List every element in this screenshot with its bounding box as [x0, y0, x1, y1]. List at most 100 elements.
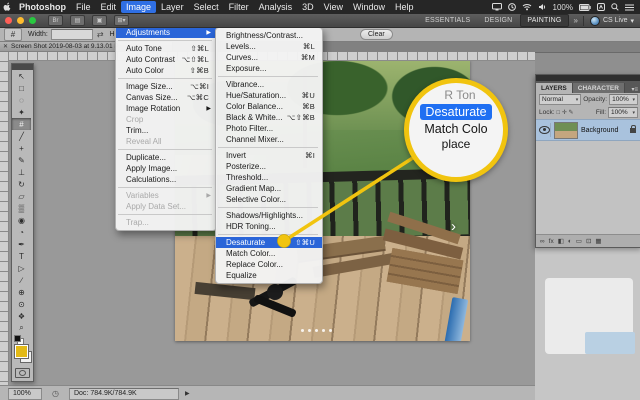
healing-brush-tool[interactable]: + — [12, 142, 31, 154]
menu-item[interactable]: Desaturate ⇧⌘U — [216, 237, 322, 248]
marquee-tool[interactable]: □ — [12, 82, 31, 94]
menu-item[interactable]: Channel Mixer... — [216, 134, 322, 145]
menu-item[interactable]: Color Balance... ⌘B — [216, 101, 322, 112]
opacity-input[interactable]: 100%▾ — [609, 94, 638, 105]
menu-item[interactable]: Hue/Saturation... ⌘U — [216, 90, 322, 101]
menu-item[interactable]: Levels... ⌘L — [216, 41, 322, 52]
menubar-edit[interactable]: Edit — [96, 1, 122, 13]
lasso-tool[interactable]: ◌ — [12, 94, 31, 106]
menu-item[interactable]: HDR Toning... — [216, 221, 322, 232]
menu-item[interactable]: Replace Color... — [216, 259, 322, 270]
lock-icons[interactable]: □ ✛ ✎ — [557, 109, 574, 116]
menubar-analysis[interactable]: Analysis — [254, 1, 298, 13]
menu-item[interactable]: Gradient Map... — [216, 183, 322, 194]
move-tool[interactable]: ↖ — [12, 70, 31, 82]
tab-character[interactable]: CHARACTER — [573, 83, 625, 93]
launch-bridge-icon[interactable]: Br — [48, 15, 63, 26]
menubar-3d[interactable]: 3D — [297, 1, 319, 13]
display-icon[interactable] — [492, 3, 502, 11]
menu-item[interactable]: Invert ⌘I — [216, 150, 322, 161]
menu-item[interactable]: Exposure... — [216, 63, 322, 74]
zoom-level-icon[interactable]: ▣ — [92, 15, 107, 26]
volume-icon[interactable] — [538, 3, 547, 11]
menu-item[interactable]: Trap... — [116, 217, 216, 228]
menu-item[interactable]: Threshold... — [216, 172, 322, 183]
layer-group-icon[interactable]: ▭ — [576, 237, 582, 245]
menu-item[interactable]: Vibrance... — [216, 79, 322, 90]
blur-tool[interactable]: ◉ — [12, 214, 31, 226]
minimize-window-button[interactable] — [17, 17, 24, 24]
menu-item[interactable]: Shadows/Highlights... — [216, 210, 322, 221]
workspace-design[interactable]: DESIGN — [478, 15, 518, 26]
menu-item[interactable]: Crop — [116, 114, 216, 125]
menu-item[interactable]: Adjustments ▶ — [116, 27, 216, 38]
layer-thumbnail[interactable] — [554, 122, 578, 139]
delete-layer-icon[interactable]: ▦ — [595, 237, 601, 245]
input-source-icon[interactable] — [597, 3, 605, 11]
panel-menu-icon[interactable]: ▾≡ — [628, 86, 640, 93]
workspace-painting[interactable]: PAINTING — [520, 14, 568, 27]
menu-item[interactable]: Selective Color... — [216, 194, 322, 205]
workspace-essentials[interactable]: ESSENTIALS — [419, 15, 476, 26]
quick-mask-icon[interactable] — [15, 368, 30, 378]
workspace-overflow-button[interactable]: » — [571, 16, 581, 25]
link-layers-icon[interactable]: ∞ — [540, 238, 545, 245]
dodge-tool[interactable]: ◔ — [12, 226, 31, 238]
menu-item[interactable]: Reveal All — [116, 136, 216, 147]
default-colors-icon[interactable] — [14, 335, 21, 342]
menubar-image[interactable]: Image — [121, 1, 156, 13]
close-window-button[interactable] — [5, 17, 12, 24]
layer-mask-icon[interactable]: ◧ — [558, 237, 564, 245]
width-input[interactable] — [51, 29, 93, 40]
menu-item[interactable]: Image Rotation ▶ — [116, 103, 216, 114]
wifi-icon[interactable] — [522, 3, 532, 11]
adjustment-layer-icon[interactable]: ◐ — [568, 238, 572, 245]
menu-item[interactable]: Auto Tone ⇧⌘L — [116, 43, 216, 54]
menu-item[interactable]: Brightness/Contrast... — [216, 30, 322, 41]
tab-layers[interactable]: LAYERS — [536, 83, 573, 93]
blend-mode-select[interactable]: Normal▾ — [539, 94, 581, 105]
zoom-tool[interactable]: ⌕ — [12, 322, 31, 334]
menu-item[interactable]: Equalize — [216, 270, 322, 281]
close-tab-icon[interactable]: ✕ — [3, 43, 8, 50]
type-tool[interactable]: T — [12, 250, 31, 262]
view-extras-icon[interactable]: ▤ — [70, 15, 85, 26]
screen-mode-icon[interactable]: ⊞▾ — [114, 15, 129, 26]
crop-tool[interactable]: # — [12, 118, 31, 130]
menubar-photoshop[interactable]: Photoshop — [14, 1, 71, 13]
battery-icon[interactable] — [579, 4, 591, 11]
menu-item[interactable]: Curves... ⌘M — [216, 52, 322, 63]
spotlight-icon[interactable] — [611, 3, 619, 11]
foreground-color-swatch[interactable] — [15, 345, 28, 358]
3d-rotate-tool[interactable]: ⊕ — [12, 286, 31, 298]
menubar-layer[interactable]: Layer — [156, 1, 189, 13]
background-layer-row[interactable]: Background — [536, 119, 640, 141]
menu-item[interactable]: Image Size... ⌥⌘I — [116, 81, 216, 92]
fill-input[interactable]: 100%▾ — [608, 107, 638, 118]
hand-tool[interactable]: ❖ — [12, 310, 31, 322]
menu-item[interactable]: Match Color... — [216, 248, 322, 259]
swap-dimensions-icon[interactable]: ⇄ — [97, 30, 104, 39]
path-selection-tool[interactable]: ▷ — [12, 262, 31, 274]
3d-orbit-tool[interactable]: ⊙ — [12, 298, 31, 310]
menubar-filter[interactable]: Filter — [224, 1, 254, 13]
menu-item[interactable]: Posterize... — [216, 161, 322, 172]
history-brush-tool[interactable]: ↻ — [12, 178, 31, 190]
menu-item[interactable]: Apply Image... — [116, 163, 216, 174]
new-layer-icon[interactable]: ⊡ — [586, 237, 591, 245]
status-flyout-icon[interactable]: ▶ — [185, 390, 190, 397]
menu-item[interactable]: Auto Color ⇧⌘B — [116, 65, 216, 76]
clock-icon[interactable] — [508, 3, 516, 11]
crop-tool-preset-icon[interactable]: # — [4, 28, 22, 41]
menu-item[interactable]: Auto Contrast ⌥⇧⌘L — [116, 54, 216, 65]
menubar-view[interactable]: View — [319, 1, 348, 13]
menu-item[interactable]: Photo Filter... — [216, 123, 322, 134]
clone-stamp-tool[interactable]: ⊥ — [12, 166, 31, 178]
menu-item[interactable]: Variables ▶ — [116, 190, 216, 201]
menubar-help[interactable]: Help — [390, 1, 419, 13]
menubar-select[interactable]: Select — [189, 1, 224, 13]
layer-visibility-toggle[interactable] — [539, 123, 551, 137]
menubar-window[interactable]: Window — [348, 1, 390, 13]
layer-style-icon[interactable]: fx — [549, 238, 554, 245]
menu-item[interactable]: Canvas Size... ⌥⌘C — [116, 92, 216, 103]
